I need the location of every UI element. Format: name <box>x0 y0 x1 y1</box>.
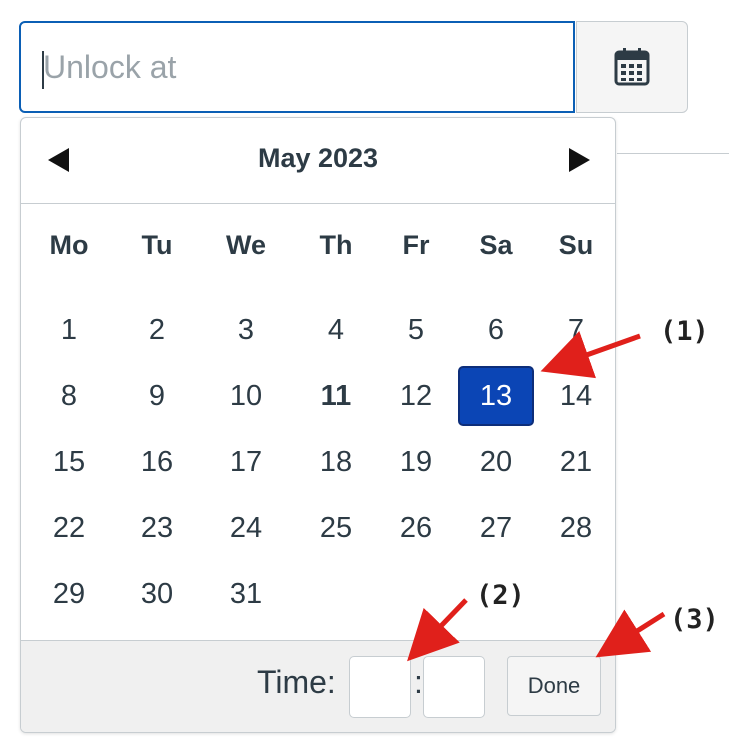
annotation-arrow-1 <box>540 331 641 379</box>
annotation-arrows <box>407 331 666 662</box>
annotation-arrow-2 <box>407 598 468 662</box>
annotation-arrow-3 <box>595 609 666 658</box>
